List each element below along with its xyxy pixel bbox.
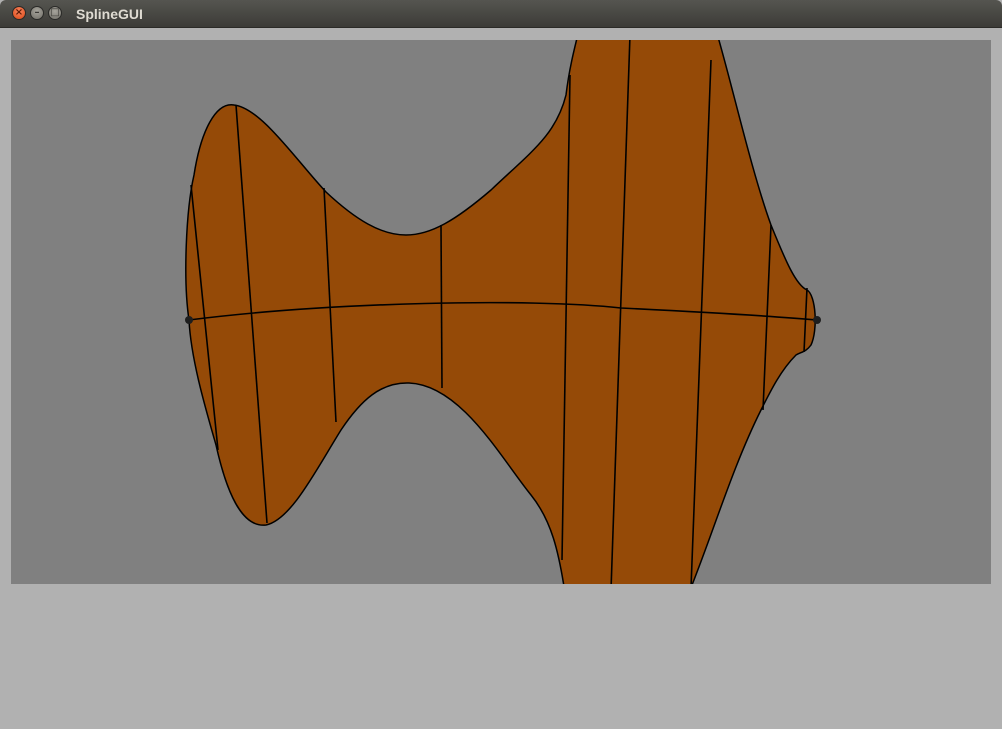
title-bar[interactable]: × – □ SplineGUI	[0, 0, 1002, 28]
bottom-panel	[0, 584, 1002, 729]
spline-canvas[interactable]	[11, 40, 991, 584]
window-title: SplineGUI	[76, 6, 143, 22]
minimize-icon[interactable]: –	[30, 6, 44, 20]
control-point-right[interactable]	[813, 316, 821, 324]
cross-section-line	[440, 224, 443, 389]
close-icon[interactable]: ×	[12, 6, 26, 20]
maximize-icon[interactable]: □	[48, 6, 62, 20]
spline-drawing[interactable]	[11, 40, 991, 584]
app-window: × – □ SplineGUI	[0, 0, 1002, 729]
control-point-left[interactable]	[185, 316, 193, 324]
